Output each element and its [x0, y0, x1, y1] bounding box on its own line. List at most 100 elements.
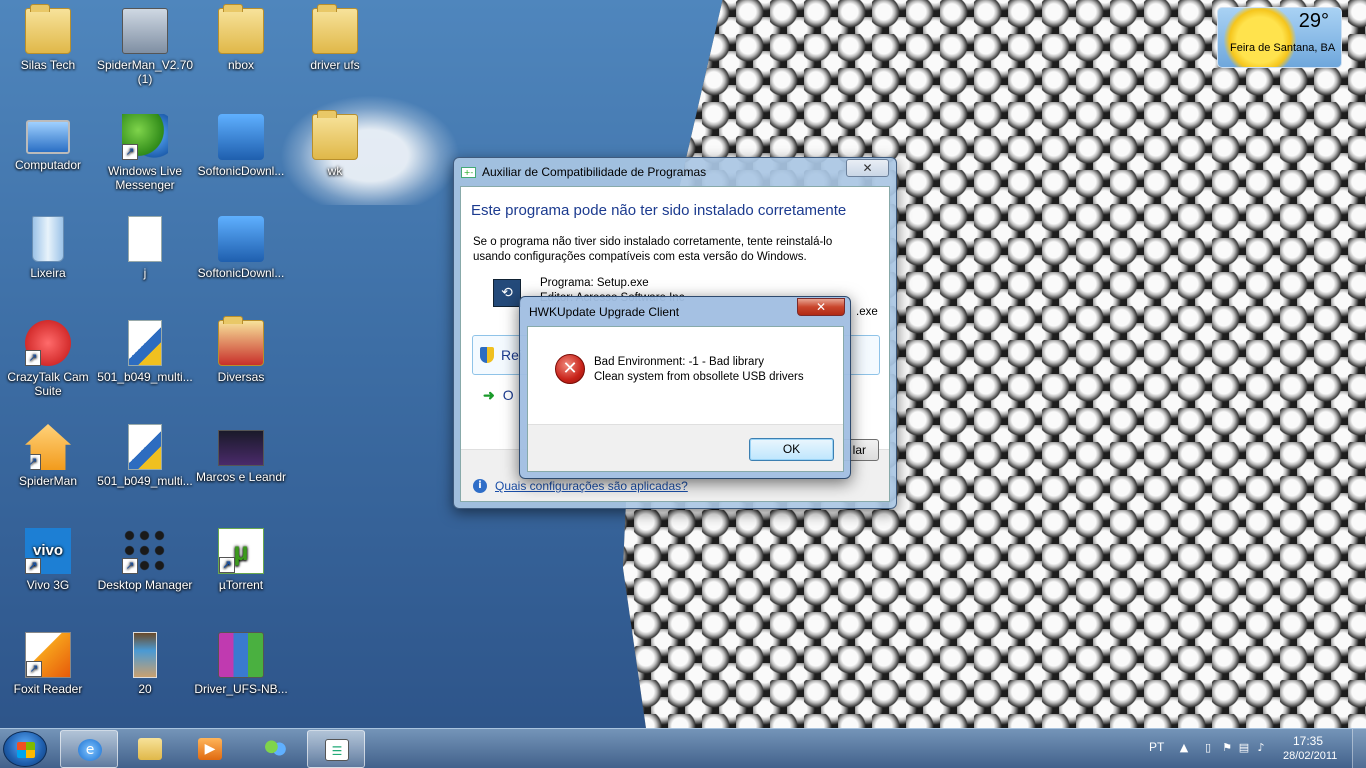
taskbar-clock[interactable]: 17:35 28/02/2011 [1283, 734, 1338, 764]
desktop-icon-driver-ufs-nb[interactable]: Driver_UFS-NB... [193, 632, 289, 696]
clock-time: 17:35 [1292, 734, 1324, 748]
network-icon[interactable]: ▤ [1237, 741, 1251, 755]
installed-correctly-option[interactable]: ➜ O [483, 387, 514, 404]
blackberry-icon [122, 528, 168, 574]
user-folder-icon [25, 4, 71, 54]
action-center-flag-icon[interactable]: ⚑ [1220, 741, 1234, 755]
desktop-icon-desktop-manager[interactable]: Desktop Manager [97, 528, 193, 592]
desktop-icon-label: Windows Live Messenger [107, 164, 183, 192]
compat-window-title: Auxiliar de Compatibilidade de Programas [482, 165, 707, 179]
desktop-icon-label: 20 [138, 682, 152, 696]
installer-icon [218, 114, 264, 160]
error-close-button[interactable]: ✕ [797, 298, 845, 316]
setup-file-icon [128, 424, 162, 470]
messenger-icon [122, 114, 168, 160]
desktop-icon-label: driver ufs [310, 58, 360, 72]
desktop-icon-diversas[interactable]: Diversas [193, 316, 289, 384]
folder-icon [312, 4, 358, 54]
battery-icon[interactable]: ▯ [1201, 741, 1215, 755]
show-desktop-button[interactable] [1352, 729, 1366, 768]
info-icon: i [473, 479, 487, 493]
desktop-icon-501-b049-a[interactable]: 501_b049_multi... [97, 320, 193, 384]
error-dialog-title: HWKUpdate Upgrade Client [529, 305, 680, 319]
taskbar-windows-live-messenger[interactable] [246, 730, 304, 768]
video-file-icon [218, 430, 264, 466]
desktop-icon-softonic-2[interactable]: SoftonicDownl... [193, 216, 289, 280]
text-file-icon [128, 216, 162, 262]
desktop-icon-nbox[interactable]: nbox [193, 4, 289, 72]
desktop-icon-spiderman-installer[interactable]: SpiderMan_V2.70 (1) [97, 8, 193, 86]
clock-date: 28/02/2011 [1283, 750, 1338, 762]
program-icon: ⟲ [493, 279, 521, 307]
desktop-icon-label: Foxit Reader [13, 682, 83, 696]
start-button[interactable] [3, 731, 47, 767]
desktop-icon-foxit-reader[interactable]: Foxit Reader [0, 632, 96, 696]
desktop-icon-label: Desktop Manager [97, 578, 193, 592]
desktop-icon-label: Vivo 3G [26, 578, 70, 592]
desktop-icon-label: CrazyTalk Cam Suite [7, 370, 89, 398]
volume-icon[interactable]: ♪ [1254, 741, 1268, 755]
desktop-icon-label: nbox [227, 58, 255, 72]
taskbar-internet-explorer[interactable]: e [60, 730, 118, 768]
desktop-icon-label: 501_b049_multi... [97, 474, 193, 488]
green-arrow-icon: ➜ [483, 387, 495, 403]
crazytalk-icon [25, 320, 71, 366]
desktop-icon-softonic-1[interactable]: SoftonicDownl... [193, 114, 289, 178]
hwkupdate-error-dialog[interactable]: HWKUpdate Upgrade Client ✕ ✕ Bad Environ… [519, 296, 851, 479]
desktop-icon-windows-live-messenger[interactable]: Windows Live Messenger [97, 114, 193, 192]
taskbar-media-player[interactable]: ▶ [181, 730, 239, 768]
recycle-bin-icon [32, 216, 64, 262]
error-client-area: ✕ Bad Environment: -1 - Bad library Clea… [527, 326, 844, 472]
weather-city: Feira de Santana, BA [1230, 42, 1336, 54]
desktop-icon-lixeira[interactable]: Lixeira [0, 216, 96, 280]
foxit-icon [25, 632, 71, 678]
desktop-icon-label: j [143, 266, 147, 280]
sun-icon [1224, 8, 1296, 67]
desktop-icon-label: Lixeira [30, 266, 66, 280]
weather-temperature: 29° [1298, 10, 1329, 32]
desktop-icon-computador[interactable]: Computador [0, 114, 96, 172]
ok-button[interactable]: OK [749, 438, 834, 461]
error-line-2: Clean system from obsollete USB drivers [594, 371, 804, 383]
desktop-icon-driver-ufs[interactable]: driver ufs [287, 4, 383, 72]
desktop-icon-label: Computador [14, 158, 82, 172]
internet-explorer-icon: e [78, 739, 102, 761]
installed-option-label: O [502, 387, 514, 403]
media-player-icon: ▶ [198, 738, 222, 760]
desktop-icon-20[interactable]: 20 [97, 632, 193, 696]
taskbar: e ▶ ☰ PT ▲ ▯ ⚑ ▤ ♪ 17:35 28/02/2011 [0, 728, 1366, 768]
desktop-icon-label: Marcos e Leandr [195, 470, 287, 484]
desktop-icon-label: Driver_UFS-NB... [194, 682, 288, 696]
winrar-icon [218, 632, 264, 678]
error-icon: ✕ [555, 354, 585, 384]
program-compat-icon: ☰ [325, 739, 349, 761]
desktop-icon-label: SoftonicDownl... [197, 164, 285, 178]
desktop-icon-j[interactable]: j [97, 216, 193, 280]
desktop-icon-crazytalk[interactable]: CrazyTalk Cam Suite [0, 320, 96, 398]
desktop-icon-vivo-3g[interactable]: vivo Vivo 3G [0, 528, 96, 592]
home-icon [25, 424, 71, 470]
folder-icon [218, 316, 264, 366]
compat-window-icon: +- [461, 167, 476, 178]
desktop-icon-spiderman[interactable]: SpiderMan [0, 424, 96, 488]
program-path-tail: .exe [856, 306, 878, 318]
compat-titlebar[interactable]: +- Auxiliar de Compatibilidade de Progra… [454, 158, 896, 186]
desktop-icon-silas-tech[interactable]: Silas Tech [0, 4, 96, 72]
desktop-icon-utorrent[interactable]: µ µTorrent [193, 528, 289, 592]
desktop-icon-label: SpiderMan [18, 474, 78, 488]
taskbar-windows-explorer[interactable] [121, 730, 179, 768]
language-indicator[interactable]: PT [1149, 740, 1164, 754]
utorrent-icon: µ [218, 528, 264, 574]
weather-gadget[interactable]: 29° Feira de Santana, BA [1217, 7, 1342, 68]
desktop-icon-marcos-e-leandr[interactable]: Marcos e Leandr [193, 424, 289, 484]
desktop-icon-label: Diversas [217, 370, 265, 384]
image-file-icon [133, 632, 157, 678]
settings-applied-link[interactable]: Quais configurações são aplicadas? [495, 479, 688, 493]
show-hidden-icons-icon[interactable]: ▲ [1177, 741, 1191, 755]
desktop-icon-501-b049-b[interactable]: 501_b049_multi... [97, 424, 193, 488]
uac-shield-icon [480, 347, 494, 363]
computer-icon [26, 120, 70, 154]
taskbar-program-compatibility[interactable]: ☰ [307, 730, 365, 768]
desktop-icon-wk[interactable]: wk [287, 110, 383, 178]
compat-close-button[interactable]: ✕ [846, 159, 889, 177]
